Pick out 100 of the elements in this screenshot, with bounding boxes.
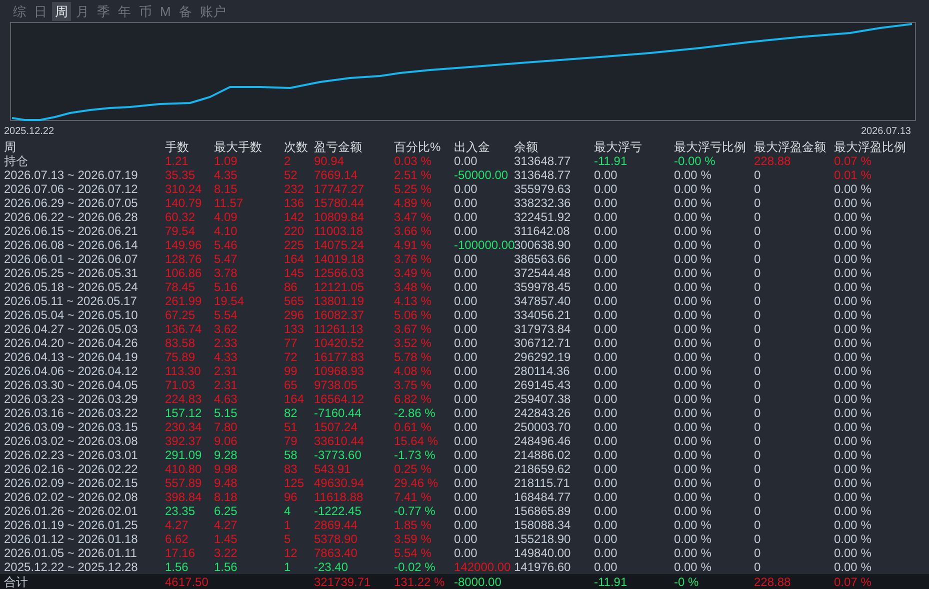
table-cell-text: 0.00 % (674, 350, 712, 364)
table-cell-text: 0.00 (454, 406, 478, 420)
table-cell-text: -8000.00 (454, 574, 502, 588)
table-cell-text: 5.06 % (394, 308, 432, 322)
table-cell-text: 0.00 (454, 350, 478, 364)
tab[interactable]: 日 (31, 2, 50, 20)
table-cell-text: 78.45 (165, 280, 196, 294)
table-cell-text: 2026.05.18 ~ 2026.05.24 (4, 280, 139, 294)
table-cell-text: 0.00 (594, 448, 618, 462)
table-cell-text: 0 (754, 532, 762, 546)
table-cell-text: 0 (754, 518, 762, 532)
table-cell-text: 0 (754, 364, 762, 378)
column-header: 手数 (165, 140, 190, 154)
table-cell-text: 2026.02.02 ~ 2026.02.08 (4, 490, 139, 504)
table-cell-text: 0.00 % (834, 336, 872, 350)
table-cell-text: 4.09 (214, 210, 238, 224)
table-cell-text: 0.00 (594, 252, 618, 266)
column-header: 百分比% (394, 140, 442, 154)
table-cell-text: 0.00 (594, 182, 618, 196)
table-cell-text: 3.22 (214, 546, 238, 560)
table-cell-text: 4.27 (214, 518, 238, 532)
column-header: 最大浮盈金额 (754, 140, 827, 154)
table-cell-text: 5.25 % (394, 182, 432, 196)
table-cell-text: 168484.77 (514, 490, 572, 504)
table-cell-text: 228.88 (754, 154, 792, 168)
table-cell-text: 543.91 (314, 462, 352, 476)
table-cell-text: -0.77 % (394, 504, 436, 518)
table-cell-text: 0.00 (594, 196, 618, 210)
table-cell-text: 0.00 % (674, 182, 712, 196)
tab[interactable]: 币 (136, 2, 155, 20)
table-cell-text: 0.00 % (674, 266, 712, 280)
table-cell-text: 3.78 (214, 266, 238, 280)
table-cell-text: 8.15 (214, 182, 238, 196)
table-cell-text: 71.03 (165, 378, 196, 392)
tab[interactable]: M (157, 2, 174, 20)
table-cell-text: 9.48 (214, 476, 238, 490)
table-cell-text: 5 (284, 532, 292, 546)
table-cell-text: 313648.77 (514, 168, 572, 182)
table-cell-text: 9.28 (214, 448, 238, 462)
table-cell-text: 0.00 (594, 308, 618, 322)
table-cell-text: 232 (284, 182, 306, 196)
table-cell-text: 0 (754, 322, 762, 336)
table-cell-text: 0 (754, 420, 762, 434)
table-cell-text: 2026.04.06 ~ 2026.04.12 (4, 364, 139, 378)
table-cell-text: 0 (754, 238, 762, 252)
table-cell-text: 142000.00 (454, 560, 512, 574)
table-cell-text: 6.25 (214, 504, 238, 518)
table-cell-text: 49630.94 (314, 476, 366, 490)
table-cell-text: 83 (284, 462, 298, 476)
table-cell-text: 0.00 % (834, 294, 872, 308)
table-cell-text: 51 (284, 420, 298, 434)
table-cell-text: 164 (284, 252, 306, 266)
table-cell-text: 2026.06.01 ~ 2026.06.07 (4, 252, 139, 266)
tab[interactable]: 账户 (196, 2, 229, 20)
table-cell-text: 2026.06.08 ~ 2026.06.14 (4, 238, 139, 252)
table-cell-text: 0.00 % (674, 504, 712, 518)
table-cell-text: 58 (284, 448, 298, 462)
table-cell-text: 242843.26 (514, 406, 572, 420)
tab[interactable]: 备 (176, 2, 195, 20)
table-cell-text: 3.59 % (394, 532, 432, 546)
table-cell-text: 334056.21 (514, 308, 572, 322)
table-cell-text: 1 (284, 518, 292, 532)
table-cell-text: 0.03 % (394, 154, 432, 168)
table-cell-text: 259407.38 (514, 392, 572, 406)
tab[interactable]: 周 (52, 2, 71, 20)
table-cell-text: 0.00 (594, 476, 618, 490)
table-cell-text: -0.02 % (394, 560, 436, 574)
table-cell-text: 0.00 % (834, 378, 872, 392)
table-cell-text: 0.00 % (674, 308, 712, 322)
table-cell-text: 321739.71 (314, 574, 372, 588)
table-cell-text: 0 (754, 476, 762, 490)
tab[interactable]: 季 (94, 2, 113, 20)
table-cell-text: 136.74 (165, 322, 203, 336)
table-cell-text: 7.41 % (394, 490, 432, 504)
tab[interactable]: 月 (73, 2, 92, 20)
table-cell-text: 0.07 % (834, 154, 872, 168)
table-cell-text: 11618.88 (314, 490, 364, 504)
table-cell-text: 0.00 % (674, 224, 712, 238)
table-cell-text: 2026.04.13 ~ 2026.04.19 (4, 350, 139, 364)
table-cell-text: 0.00 (594, 210, 618, 224)
table-cell-text: 0.00 % (834, 448, 872, 462)
table-cell-text: 2026.03.09 ~ 2026.03.15 (4, 420, 139, 434)
table-cell-text: 0.00 (454, 462, 478, 476)
tab[interactable]: 综 (10, 2, 29, 20)
table-cell-text: 224.83 (165, 392, 203, 406)
table-cell-text: 2026.05.04 ~ 2026.05.10 (4, 308, 139, 322)
table-cell-text: 0.00 % (674, 294, 712, 308)
table-cell-text: 0.00 (454, 196, 478, 210)
table-cell-text: 0.00 % (834, 224, 872, 238)
table-cell-text: 0.00 % (674, 364, 712, 378)
table-cell-text: 持仓 (4, 154, 29, 168)
table-cell-text: 9.06 (214, 434, 238, 448)
table-cell-text: 0.00 % (834, 196, 872, 210)
column-header: 次数 (284, 140, 309, 154)
column-header: 最大浮亏比例 (674, 140, 747, 154)
tab[interactable]: 年 (115, 2, 134, 20)
table-cell-text: 0 (754, 504, 762, 518)
column-header: 最大手数 (214, 140, 263, 154)
table-cell-text: 0.00 (594, 546, 618, 560)
table-cell-text: 4.91 % (394, 238, 432, 252)
